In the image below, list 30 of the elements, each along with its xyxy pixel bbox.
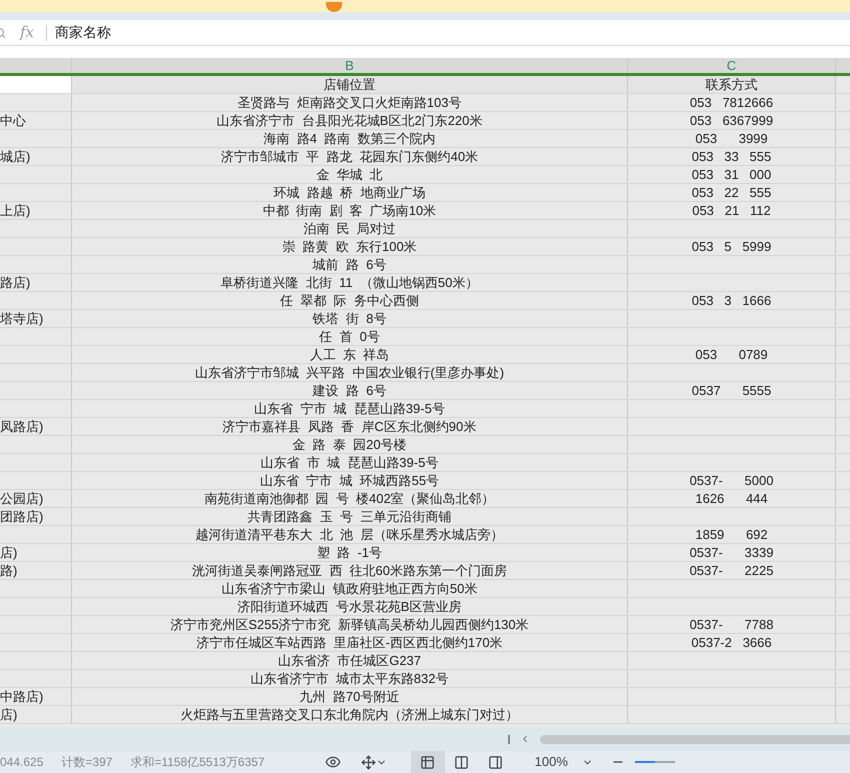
table-cell: 联系方式 [628, 76, 836, 93]
view-icon [420, 754, 436, 770]
table-cell: 路) [0, 562, 72, 579]
view-button[interactable] [410, 751, 445, 773]
table-cell: 公园店) [0, 490, 72, 507]
column-header[interactable]: C [628, 58, 836, 73]
table-cell: 凤路店) [0, 418, 72, 435]
move-icon[interactable] [360, 754, 376, 770]
column-header[interactable]: B [72, 58, 628, 73]
warning-icon [326, 2, 342, 12]
table-cell: 城店) [0, 148, 72, 165]
view-icon [454, 754, 470, 770]
zoom-dropdown[interactable]: 100% [534, 752, 593, 772]
view-icon [488, 754, 504, 770]
table-cell: 店铺位置 [72, 76, 628, 93]
scrollbar-thumb[interactable] [540, 734, 850, 744]
table-cell: 上店) [0, 202, 72, 219]
table-cell: 中心 [0, 112, 72, 129]
table-cell: 团路店) [0, 508, 72, 525]
average-text: 044.625 [0, 754, 44, 771]
eye-icon[interactable] [324, 754, 341, 770]
fx-label[interactable]: fx [20, 21, 34, 44]
formula-value: 商家名称 [55, 23, 112, 42]
count-text: 计数=397 [61, 754, 112, 771]
table-cell: 中路店) [0, 688, 72, 705]
table-cell: 塔寺店) [0, 310, 72, 327]
table-cell: 路店) [0, 274, 72, 291]
table-cell: 店) [0, 544, 72, 561]
sum-text: 求和=1158亿5513万6357 [130, 754, 265, 771]
table-cell: 店) [0, 706, 72, 723]
